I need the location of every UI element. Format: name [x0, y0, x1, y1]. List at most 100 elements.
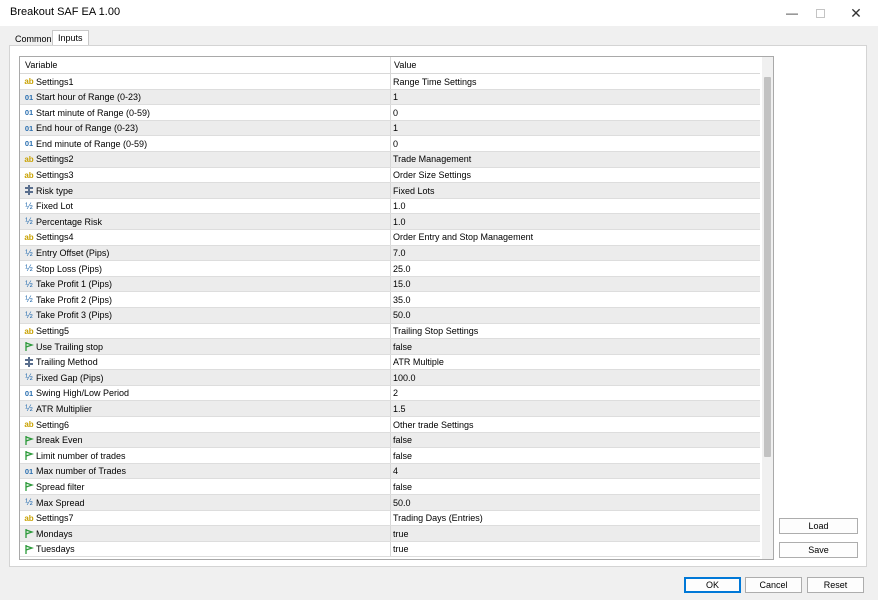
table-row[interactable]: 01 End hour of Range (0-23) 1	[20, 120, 760, 137]
table-row[interactable]: ½ Take Profit 3 (Pips) 50.0	[20, 307, 760, 324]
double-type-icon: ½	[25, 216, 33, 227]
cell-divider	[390, 105, 391, 120]
grid-rows: ab Settings1 Range Time Settings 01 Start ho…	[20, 74, 760, 558]
variable-value[interactable]: 100.0	[393, 373, 416, 383]
variable-value[interactable]: 50.0	[393, 498, 411, 508]
string-type-icon: ab	[24, 326, 34, 336]
table-row[interactable]: Mondays true	[20, 526, 760, 542]
load-button[interactable]: Load	[779, 518, 858, 534]
variable-value[interactable]: 0	[393, 139, 398, 149]
table-row[interactable]: ½ Take Profit 1 (Pips) 15.0	[20, 276, 760, 293]
variable-value[interactable]: 1.0	[393, 217, 406, 227]
column-divider[interactable]	[390, 57, 391, 74]
table-row[interactable]: ½ Entry Offset (Pips) 7.0	[20, 245, 760, 262]
table-row[interactable]: 01 Swing High/Low Period 2	[20, 385, 760, 402]
variable-value[interactable]: ATR Multiple	[393, 357, 444, 367]
table-row[interactable]: ab Settings7 Trading Days (Entries)	[20, 510, 760, 527]
variable-name: Trailing Method	[36, 357, 98, 368]
table-row[interactable]: ab Setting5 Trailing Stop Settings	[20, 323, 760, 340]
variable-name: Fixed Lot	[36, 201, 74, 212]
table-row[interactable]: ½ Take Profit 2 (Pips) 35.0	[20, 292, 760, 308]
cell-divider	[390, 136, 391, 151]
double-type-icon: ½	[25, 403, 33, 414]
cell-divider	[390, 354, 391, 370]
double-type-icon: ½	[25, 263, 33, 274]
tab-common[interactable]: Common	[10, 32, 57, 46]
cell-divider	[390, 432, 391, 448]
table-row[interactable]: 01 Start minute of Range (0-59) 0	[20, 105, 760, 121]
variable-value[interactable]: 1.0	[393, 201, 406, 211]
variable-name: Percentage Risk	[36, 216, 103, 227]
table-row[interactable]: Limit number of trades false	[20, 448, 760, 464]
variable-value[interactable]: 1	[393, 92, 398, 102]
table-row[interactable]: Use Trailing stop false	[20, 339, 760, 355]
table-row[interactable]: ½ Stop Loss (Pips) 25.0	[20, 261, 760, 277]
cell-divider	[390, 401, 391, 417]
integer-type-icon: 01	[24, 388, 34, 398]
cell-divider	[390, 463, 391, 479]
table-row[interactable]: ½ Percentage Risk 1.0	[20, 214, 760, 230]
variable-value[interactable]: 1	[393, 123, 398, 133]
string-type-icon: ab	[24, 420, 34, 430]
string-type-icon: ab	[24, 232, 34, 242]
table-row[interactable]: ½ Fixed Lot 1.0	[20, 198, 760, 215]
variable-value[interactable]: 1.5	[393, 404, 406, 414]
table-row[interactable]: ½ ATR Multiplier 1.5	[20, 401, 760, 418]
variable-value[interactable]: Order Size Settings	[393, 170, 471, 180]
table-row[interactable]: 01 Max number of Trades 4	[20, 463, 760, 480]
variable-value[interactable]: Order Entry and Stop Management	[393, 232, 533, 242]
cell-divider	[390, 292, 391, 307]
variable-name: Stop Loss (Pips)	[36, 263, 103, 274]
table-row[interactable]: ab Setting6 Other trade Settings	[20, 417, 760, 433]
table-row[interactable]: ½ Max Spread 50.0	[20, 495, 760, 511]
variable-value[interactable]: 4	[393, 466, 398, 476]
table-row[interactable]: ab Settings1 Range Time Settings	[20, 74, 760, 90]
cancel-button[interactable]: Cancel	[745, 577, 802, 593]
variable-value[interactable]: false	[393, 342, 412, 352]
ok-button[interactable]: OK	[684, 577, 741, 593]
variable-name: Setting6	[36, 419, 70, 430]
cell-divider	[390, 339, 391, 354]
reset-button[interactable]: Reset	[807, 577, 864, 593]
cell-divider	[390, 276, 391, 292]
variable-value[interactable]: Range Time Settings	[393, 77, 477, 87]
integer-type-icon: 01	[24, 123, 34, 133]
integer-type-icon: 01	[24, 466, 34, 476]
variable-value[interactable]: true	[393, 544, 409, 554]
table-row[interactable]: ab Settings3 Order Size Settings	[20, 167, 760, 184]
enum-type-icon	[24, 185, 34, 196]
table-row[interactable]: ab Settings4 Order Entry and Stop Manageme…	[20, 229, 760, 246]
save-button[interactable]: Save	[779, 542, 858, 558]
table-row[interactable]: Break Even false	[20, 432, 760, 449]
table-row[interactable]: 01 End minute of Range (0-59) 0	[20, 136, 760, 152]
variable-value[interactable]: 2	[393, 388, 398, 398]
variable-value[interactable]: 35.0	[393, 295, 411, 305]
table-row[interactable]: Risk type Fixed Lots	[20, 183, 760, 199]
scrollbar-thumb[interactable]	[764, 77, 771, 457]
close-button[interactable]: ✕	[839, 0, 873, 26]
variable-value[interactable]: Fixed Lots	[393, 186, 435, 196]
tab-inputs[interactable]: Inputs	[52, 30, 89, 46]
variable-value[interactable]: Trailing Stop Settings	[393, 326, 478, 336]
table-row[interactable]: Trailing Method ATR Multiple	[20, 354, 760, 371]
variable-value[interactable]: false	[393, 451, 412, 461]
variable-value[interactable]: 50.0	[393, 310, 411, 320]
table-row[interactable]: Spread filter false	[20, 479, 760, 496]
variable-value[interactable]: false	[393, 482, 412, 492]
variable-value[interactable]: Other trade Settings	[393, 420, 474, 430]
variable-value[interactable]: 7.0	[393, 248, 406, 258]
table-row[interactable]: 01 Start hour of Range (0-23) 1	[20, 89, 760, 106]
header-variable[interactable]: Variable	[25, 60, 57, 70]
cell-divider	[390, 495, 391, 510]
variable-value[interactable]: true	[393, 529, 409, 539]
variable-value[interactable]: 15.0	[393, 279, 411, 289]
variable-value[interactable]: false	[393, 435, 412, 445]
header-value[interactable]: Value	[394, 60, 416, 70]
variable-value[interactable]: Trading Days (Entries)	[393, 513, 483, 523]
variable-value[interactable]: 25.0	[393, 264, 411, 274]
table-row[interactable]: Tuesdays true	[20, 541, 760, 558]
variable-value[interactable]: 0	[393, 108, 398, 118]
variable-value[interactable]: Trade Management	[393, 154, 471, 164]
table-row[interactable]: ½ Fixed Gap (Pips) 100.0	[20, 370, 760, 386]
table-row[interactable]: ab Settings2 Trade Management	[20, 151, 760, 168]
